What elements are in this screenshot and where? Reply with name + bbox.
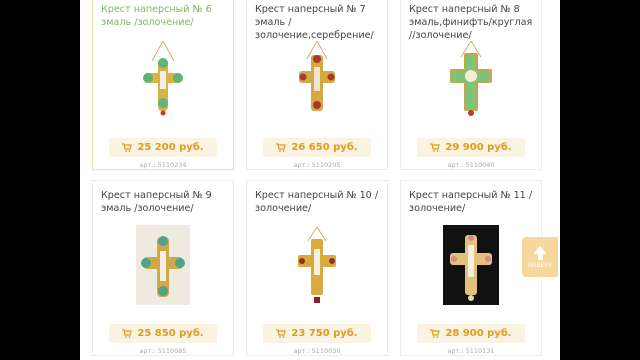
product-title[interactable]: Крест наперсный № 10 /золочение/ (255, 189, 383, 215)
cross-pendant-icon (450, 41, 492, 116)
product-sku: арт.: 5110131 (447, 347, 495, 355)
cross-pendant-icon (141, 236, 185, 297)
price-value: 25 850 руб. (137, 328, 204, 339)
cross-pendant-icon (298, 227, 336, 303)
price-button[interactable]: 29 900 руб. (417, 138, 525, 157)
price-value: 26 650 руб. (291, 142, 358, 153)
product-sku: арт.: 5110085 (139, 347, 187, 355)
product-card[interactable]: Крест наперсный № 9 эмаль /золочение/ 25… (92, 180, 234, 356)
price-button[interactable]: 25 850 руб. (109, 324, 217, 343)
price-value: 29 900 руб. (445, 142, 512, 153)
product-card[interactable]: Крест наперсный № 10 /золочение/ 23 750 … (246, 180, 388, 356)
scroll-to-top-button[interactable]: НАВЕРХ (522, 237, 558, 277)
arrow-up-icon (533, 245, 547, 254)
cart-icon (122, 143, 133, 152)
scroll-to-top-label: НАВЕРХ (527, 261, 553, 269)
arrow-up-stem (537, 253, 543, 260)
price-button[interactable]: 26 650 руб. (263, 138, 371, 157)
product-card[interactable]: Крест наперсный № 8 эмаль,финифть/кругла… (400, 0, 542, 170)
product-card[interactable]: Крест наперсный № 7 эмаль /золочение,сер… (246, 0, 388, 170)
product-title[interactable]: Крест наперсный № 9 эмаль /золочение/ (101, 189, 229, 215)
cart-icon (430, 329, 441, 338)
product-card[interactable]: Крест наперсный № 6 эмаль /золочение/ 25… (92, 0, 234, 170)
product-sku: арт.: 5110205 (293, 161, 341, 169)
product-title[interactable]: Крест наперсный № 6 эмаль /золочение/ (101, 3, 229, 29)
cart-icon (430, 143, 441, 152)
cross-pendant-icon (143, 41, 183, 116)
product-image[interactable] (136, 225, 190, 305)
catalog-page: Крест наперсный № 6 эмаль /золочение/ 25… (80, 0, 560, 360)
price-button[interactable]: 23 750 руб. (263, 324, 371, 343)
price-button[interactable]: 28 900 руб. (417, 324, 525, 343)
cart-icon (122, 329, 133, 338)
product-title[interactable]: Крест наперсный № 7 эмаль /золочение,сер… (255, 3, 383, 42)
product-sku: арт.: 5110040 (447, 161, 495, 169)
product-sku: арт.: 5110234 (139, 161, 187, 169)
cross-pendant-icon (299, 41, 335, 111)
product-image[interactable] (444, 41, 498, 117)
price-value: 28 900 руб. (445, 328, 512, 339)
product-card[interactable]: Крест наперсный № 11 /золочение/ 28 900 … (400, 180, 542, 356)
cross-pendant-icon (450, 235, 492, 301)
price-value: 25 200 руб. (137, 142, 204, 153)
product-image[interactable] (443, 225, 499, 305)
cart-icon (276, 329, 287, 338)
product-image[interactable] (290, 227, 344, 303)
price-value: 23 750 руб. (291, 328, 358, 339)
product-image[interactable] (290, 41, 344, 117)
product-grid: Крест наперсный № 6 эмаль /золочение/ 25… (92, 0, 548, 356)
product-title[interactable]: Крест наперсный № 8 эмаль,финифть/кругла… (409, 3, 537, 42)
product-sku: арт.: 5110030 (293, 347, 341, 355)
cart-icon (276, 143, 287, 152)
product-title[interactable]: Крест наперсный № 11 /золочение/ (409, 189, 537, 215)
price-button[interactable]: 25 200 руб. (109, 138, 217, 157)
product-image[interactable] (136, 41, 190, 117)
